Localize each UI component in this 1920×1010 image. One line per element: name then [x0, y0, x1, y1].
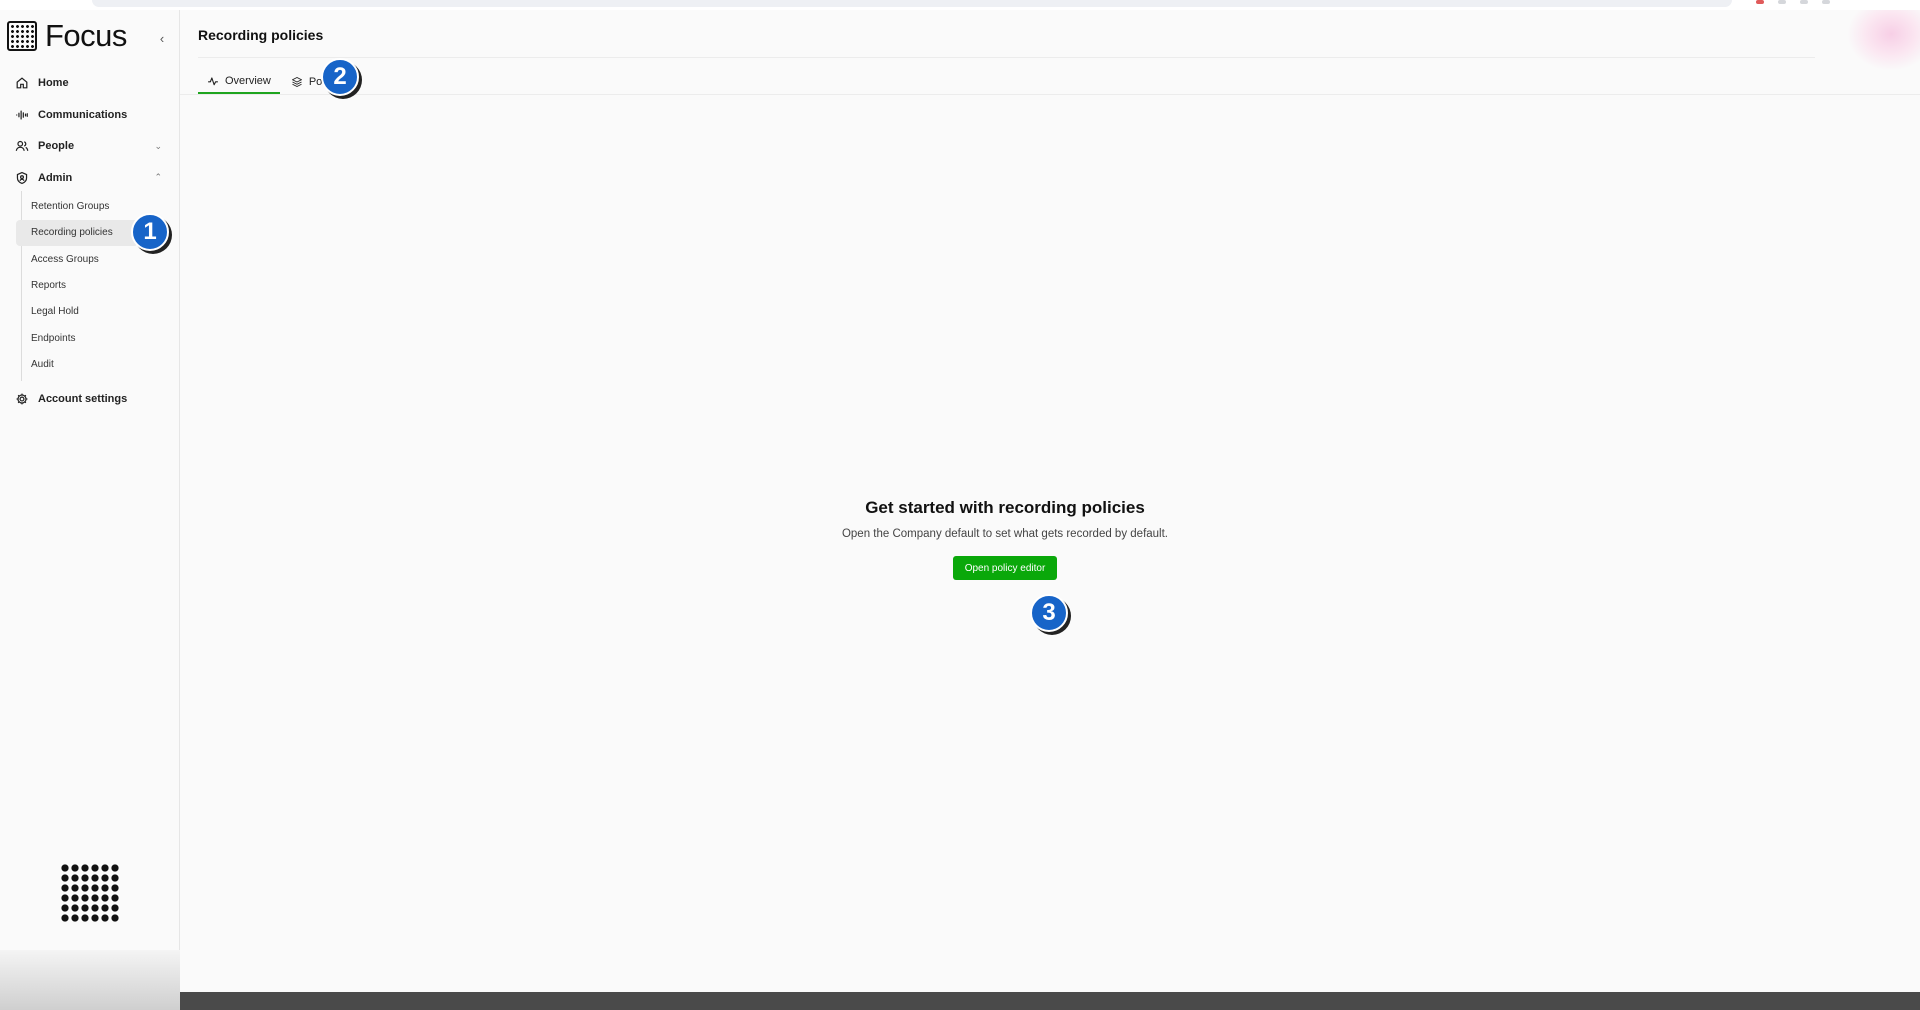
sidebar-item-label: Home	[38, 77, 69, 89]
home-icon	[16, 77, 28, 89]
shield-icon	[16, 171, 28, 184]
open-policy-editor-button[interactable]: Open policy editor	[952, 556, 1058, 580]
step-marker-1: 1	[131, 213, 169, 251]
brand-name: Focus	[45, 18, 127, 53]
browser-address-bar[interactable]	[92, 0, 1732, 7]
settings-icon	[16, 393, 28, 405]
sidebar-item-label: Communications	[38, 108, 128, 121]
page-title: Recording policies	[198, 27, 324, 43]
browser-top-strip	[0, 0, 1920, 10]
main-content: Recording policies Overview Po Get start…	[180, 10, 1920, 1010]
divider	[180, 94, 1920, 95]
divider	[198, 57, 1815, 58]
chevron-down-icon: ⌄	[154, 140, 162, 151]
sidebar: Focus ‹ Home Communications People ⌄ Adm…	[0, 10, 180, 1010]
step-marker-3: 3	[1030, 594, 1068, 632]
sidebar-item-recording-policies[interactable]: Recording policies	[16, 219, 138, 247]
avatar[interactable]	[1848, 10, 1920, 70]
sidebar-item-endpoints[interactable]: Endpoints	[16, 325, 172, 351]
empty-state: Get started with recording policies Open…	[780, 498, 1230, 580]
sidebar-item-account-settings[interactable]: Account settings	[8, 386, 172, 412]
focus-pattern-logo-icon	[60, 863, 120, 923]
sidebar-footer	[0, 950, 180, 1010]
sidebar-item-legal-hold[interactable]: Legal Hold	[16, 299, 172, 325]
app-root: Focus ‹ Home Communications People ⌄ Adm…	[0, 0, 1920, 1010]
brand[interactable]: Focus	[7, 18, 127, 54]
sidebar-item-communications[interactable]: Communications	[8, 102, 172, 128]
sidebar-item-label: Admin	[38, 171, 73, 184]
browser-extension-icons	[1756, 0, 1830, 6]
focus-logo-icon	[7, 21, 37, 51]
sidebar-item-admin[interactable]: Admin ⌃	[8, 165, 172, 191]
chevron-up-icon: ⌃	[154, 172, 162, 182]
empty-state-description: Open the Company default to set what get…	[841, 528, 1169, 540]
activity-icon	[208, 77, 218, 86]
tab-label: Overview	[225, 75, 271, 87]
extension-icon[interactable]	[1756, 0, 1764, 4]
layers-icon	[291, 77, 302, 87]
sidebar-item-home[interactable]: Home	[8, 70, 172, 96]
bottom-bar	[180, 992, 1920, 1010]
users-icon	[15, 140, 29, 151]
sidebar-item-label: Account settings	[38, 393, 128, 406]
tab-overview[interactable]: Overview	[198, 70, 280, 94]
sidebar-item-reports[interactable]: Reports	[16, 272, 172, 298]
sidebar-item-label: People	[38, 140, 75, 152]
extension-icon[interactable]	[1778, 0, 1786, 4]
waveform-icon	[16, 109, 28, 120]
extension-icon[interactable]	[1800, 0, 1808, 4]
tab-bar: Overview Po	[198, 70, 331, 94]
sidebar-item-people[interactable]: People ⌄	[8, 133, 172, 159]
sidebar-item-audit[interactable]: Audit	[16, 351, 172, 377]
step-marker-2: 2	[321, 58, 359, 96]
extension-icon[interactable]	[1822, 0, 1830, 4]
collapse-sidebar-button[interactable]: ‹	[154, 30, 170, 46]
empty-state-title: Get started with recording policies	[865, 498, 1145, 517]
